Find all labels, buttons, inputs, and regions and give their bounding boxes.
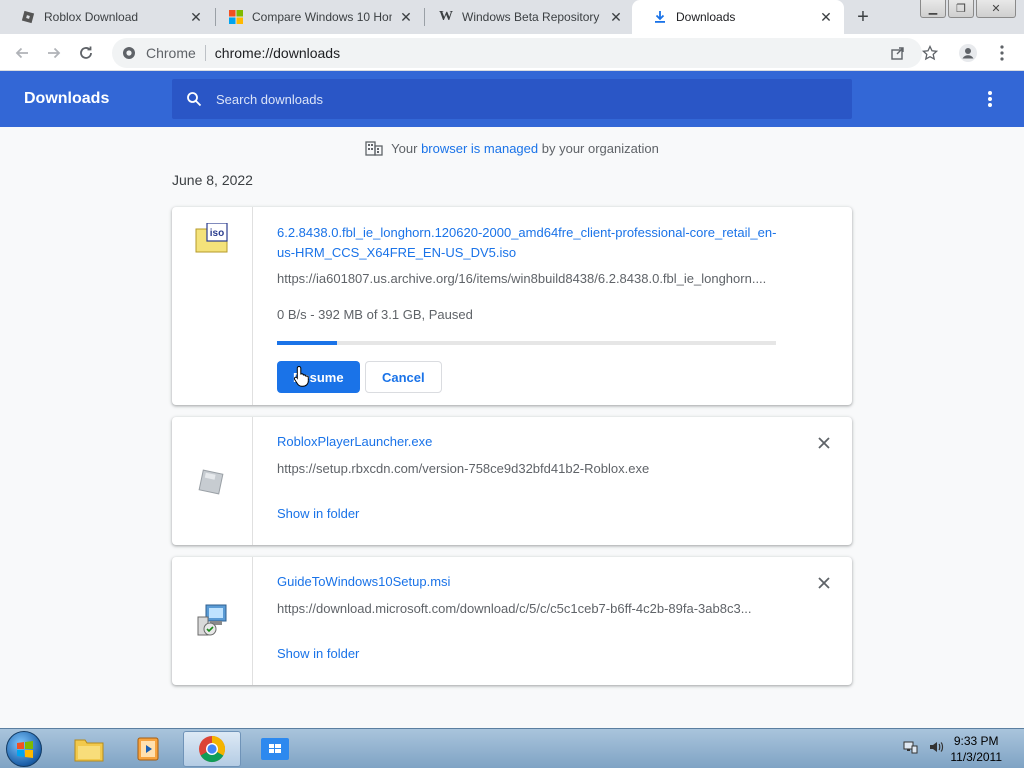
share-icon[interactable] bbox=[888, 43, 908, 63]
taskbar-media-player[interactable] bbox=[120, 731, 178, 767]
taskbar-clock[interactable]: 9:33 PM 11/3/2011 bbox=[950, 733, 1002, 765]
tab-title: Windows Beta Repository - bbox=[462, 10, 602, 24]
taskbar-explorer[interactable] bbox=[60, 731, 118, 767]
forward-arrow-icon bbox=[48, 47, 61, 59]
windows-app-icon bbox=[261, 738, 289, 760]
close-tab-icon[interactable]: ✕ bbox=[608, 9, 624, 25]
windows-logo-icon bbox=[17, 741, 33, 758]
clock-date: 11/3/2011 bbox=[950, 750, 1002, 764]
back-button[interactable] bbox=[10, 41, 34, 65]
window-close-button[interactable]: ✕ bbox=[976, 0, 1016, 18]
microsoft-favicon-icon bbox=[228, 9, 244, 25]
tab-strip: Roblox Download ✕ Compare Windows 10 Hom… bbox=[0, 0, 1024, 34]
chrome-site-icon bbox=[123, 47, 135, 59]
volume-icon[interactable] bbox=[928, 739, 944, 755]
svg-text:iso: iso bbox=[210, 228, 224, 239]
tab-windows-beta[interactable]: W Windows Beta Repository - ✕ bbox=[418, 0, 634, 34]
tab-title: Roblox Download bbox=[44, 10, 139, 24]
site-label: Chrome bbox=[146, 45, 196, 61]
search-input[interactable] bbox=[216, 91, 816, 107]
progress-fill bbox=[277, 341, 337, 345]
tab-title: Downloads bbox=[676, 10, 736, 24]
media-player-icon bbox=[137, 737, 159, 761]
downloads-header: Downloads bbox=[0, 71, 1024, 127]
close-tab-icon[interactable]: ✕ bbox=[188, 9, 204, 25]
downloads-menu-icon[interactable] bbox=[982, 91, 998, 107]
file-icon-column bbox=[172, 417, 253, 545]
tab-downloads[interactable]: Downloads ✕ bbox=[632, 0, 844, 34]
file-name-link[interactable]: GuideToWindows10Setup.msi bbox=[277, 572, 777, 592]
wiki-favicon-icon: W bbox=[439, 9, 453, 24]
managed-notice: Your browser is managed by your organiza… bbox=[0, 140, 1024, 156]
roblox-file-icon bbox=[198, 469, 224, 495]
show-in-folder-link[interactable]: Show in folder bbox=[277, 646, 359, 661]
tab-roblox-download[interactable]: Roblox Download ✕ bbox=[0, 0, 214, 34]
remove-item-icon[interactable] bbox=[816, 435, 832, 451]
msi-installer-icon bbox=[197, 604, 227, 636]
roblox-favicon-icon bbox=[20, 9, 36, 25]
close-tab-icon[interactable]: ✕ bbox=[818, 9, 834, 25]
download-item: iso 6.2.8438.0.fbl_ie_longhorn.120620-20… bbox=[172, 207, 852, 405]
chrome-logo-icon bbox=[199, 735, 226, 763]
minimize-button[interactable]: ▁ bbox=[920, 0, 946, 18]
close-tab-icon[interactable]: ✕ bbox=[398, 9, 414, 25]
download-favicon-icon bbox=[652, 9, 668, 25]
file-name-link[interactable]: RobloxPlayerLauncher.exe bbox=[277, 432, 777, 452]
search-box[interactable] bbox=[172, 79, 852, 119]
window-controls: ▁ ❐ ✕ bbox=[920, 0, 1016, 18]
taskbar-app[interactable] bbox=[246, 731, 304, 767]
system-tray bbox=[902, 739, 944, 755]
building-icon bbox=[365, 141, 383, 156]
page-title: Downloads bbox=[24, 90, 110, 107]
file-name-link[interactable]: 6.2.8438.0.fbl_ie_longhorn.120620-2000_a… bbox=[277, 223, 777, 263]
forward-button[interactable] bbox=[42, 41, 66, 65]
back-arrow-icon bbox=[15, 47, 28, 59]
file-url[interactable]: https://ia601807.us.archive.org/16/items… bbox=[277, 271, 777, 286]
bookmark-star-icon[interactable] bbox=[920, 43, 940, 63]
cancel-button[interactable]: Cancel bbox=[365, 361, 442, 393]
managed-link[interactable]: browser is managed bbox=[421, 141, 538, 156]
tab-title: Compare Windows 10 Hom bbox=[252, 10, 392, 24]
download-progress-bar bbox=[277, 341, 776, 345]
taskbar-chrome[interactable] bbox=[183, 731, 241, 767]
address-divider bbox=[204, 45, 206, 61]
search-icon bbox=[187, 92, 202, 107]
file-url[interactable]: https://setup.rbxcdn.com/version-758ce9d… bbox=[277, 461, 777, 476]
iso-file-icon: iso bbox=[195, 223, 228, 253]
folder-icon bbox=[74, 739, 104, 762]
browser-menu-icon[interactable] bbox=[992, 43, 1012, 63]
download-item: GuideToWindows10Setup.msi https://downlo… bbox=[172, 557, 852, 685]
date-heading: June 8, 2022 bbox=[172, 172, 253, 188]
file-url[interactable]: https://download.microsoft.com/download/… bbox=[277, 601, 777, 616]
managed-suffix: by your organization bbox=[541, 140, 659, 156]
file-icon-column: iso bbox=[172, 207, 253, 405]
new-tab-button[interactable]: + bbox=[852, 6, 874, 28]
url-text: chrome://downloads bbox=[214, 45, 341, 61]
reload-icon bbox=[80, 46, 92, 59]
resume-button[interactable]: Resume bbox=[277, 361, 360, 393]
restore-button[interactable]: ❐ bbox=[948, 0, 974, 18]
hand-cursor-icon bbox=[293, 365, 309, 387]
browser-toolbar: Chrome chrome://downloads bbox=[0, 34, 1024, 71]
start-button[interactable] bbox=[6, 731, 42, 767]
tab-compare-windows[interactable]: Compare Windows 10 Hom ✕ bbox=[208, 0, 424, 34]
windows-taskbar: 9:33 PM 11/3/2011 bbox=[0, 728, 1024, 768]
profile-avatar-icon[interactable] bbox=[958, 43, 978, 63]
address-bar[interactable]: Chrome chrome://downloads bbox=[112, 38, 922, 68]
remove-item-icon[interactable] bbox=[816, 575, 832, 591]
download-status: 0 B/s - 392 MB of 3.1 GB, Paused bbox=[277, 307, 473, 322]
download-item: RobloxPlayerLauncher.exe https://setup.r… bbox=[172, 417, 852, 545]
show-in-folder-link[interactable]: Show in folder bbox=[277, 506, 359, 521]
managed-prefix: Your bbox=[391, 140, 418, 156]
clock-time: 9:33 PM bbox=[953, 734, 999, 748]
network-icon[interactable] bbox=[902, 739, 918, 755]
file-icon-column bbox=[172, 557, 253, 685]
reload-button[interactable] bbox=[74, 41, 98, 65]
